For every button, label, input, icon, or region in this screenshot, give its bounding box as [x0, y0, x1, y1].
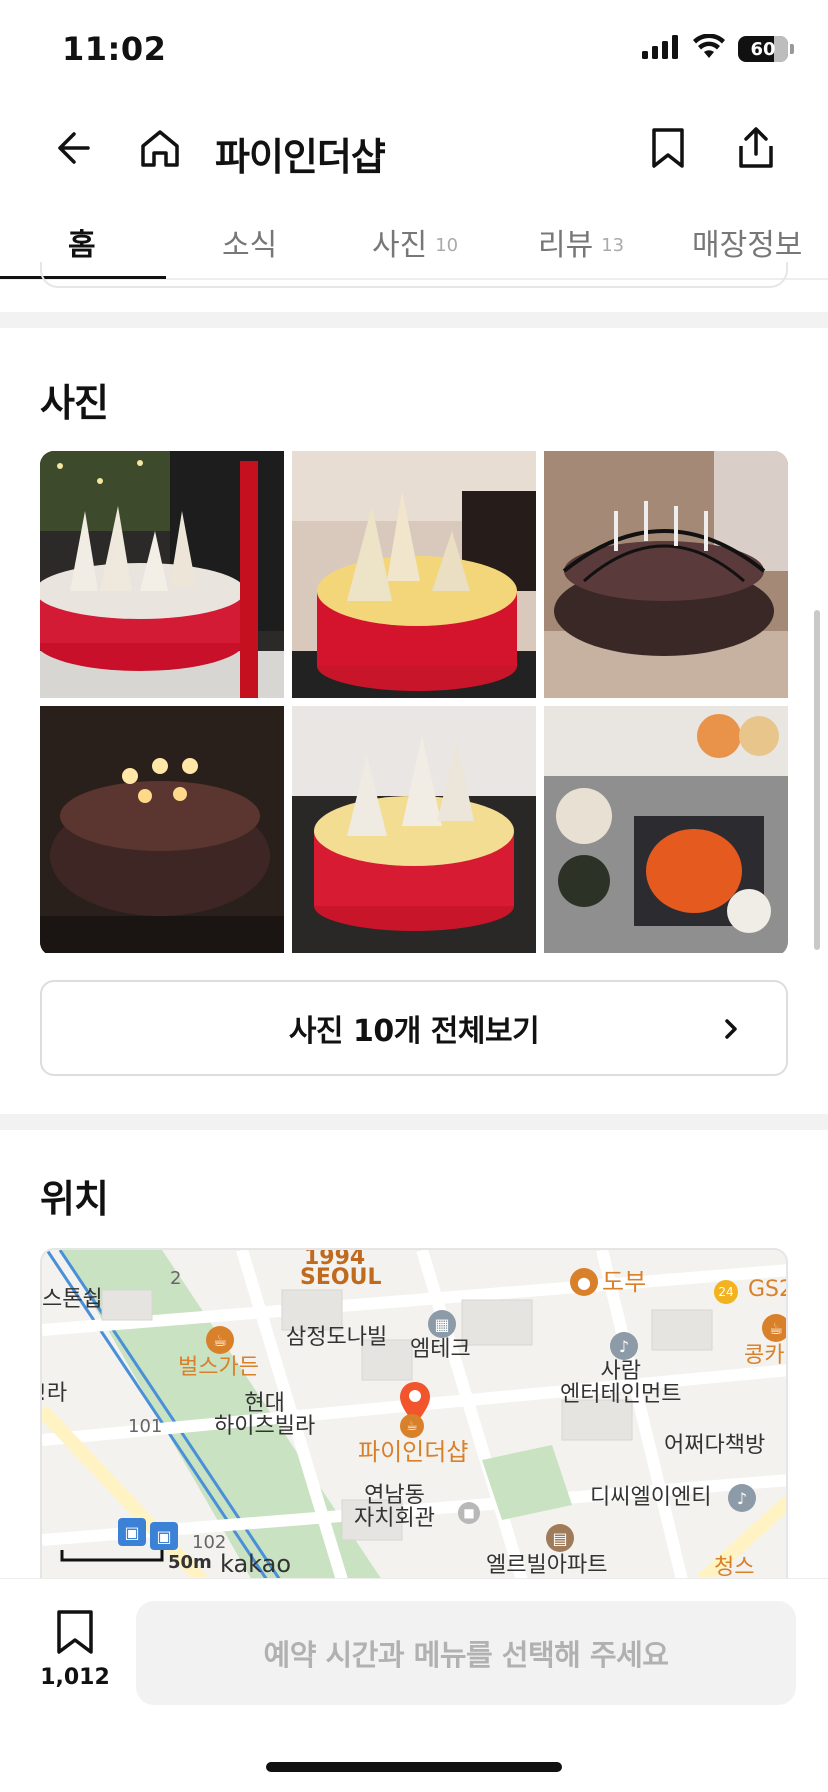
back-arrow-icon: [52, 128, 92, 172]
restaurant-icon: ●: [570, 1268, 598, 1296]
share-icon: [736, 126, 776, 174]
map-label: 디씨엘이엔티: [590, 1485, 712, 1510]
map-label: !라: [40, 1381, 68, 1406]
header: 파이인더샵: [0, 100, 828, 200]
bookmark-icon: [55, 1610, 95, 1659]
cafe-icon: ☕: [762, 1314, 786, 1342]
map-label: 청스: [714, 1555, 755, 1578]
map-label: 엠테크: [410, 1337, 471, 1362]
bus-stop-icon: ▣: [150, 1522, 178, 1550]
home-icon: [139, 127, 181, 173]
share-button[interactable]: [728, 122, 784, 178]
map-label: SEOUL: [300, 1265, 382, 1290]
battery-icon: 60: [738, 36, 788, 62]
photo-thumbnail[interactable]: [40, 706, 284, 953]
building-icon: ▦: [428, 1310, 456, 1338]
apartment-icon: ▤: [546, 1524, 574, 1552]
tab-photos-count: 10: [435, 235, 459, 256]
map-label: 삼정도나빌: [286, 1325, 388, 1350]
map-label: 벌스가든: [178, 1355, 259, 1380]
location-map[interactable]: 1994 SEOUL ● 도부 24 GS2 스톤쉽 2 삼정도나빌 ▦ 엠테크…: [40, 1248, 788, 1578]
section-divider: [0, 312, 828, 328]
status-bar: 11:02 60: [0, 0, 828, 100]
tab-reviews-count: 13: [601, 235, 625, 256]
map-label: 어쩌다책방: [664, 1433, 766, 1458]
map-label: 2: [170, 1268, 182, 1289]
save-bookmark-button[interactable]: 1,012: [40, 1609, 110, 1690]
photo-thumbnail[interactable]: [292, 451, 536, 698]
map-label: 101: [128, 1416, 163, 1437]
wifi-icon: [692, 33, 726, 64]
view-all-photos-label: 사진 10개 전체보기: [288, 1014, 540, 1049]
reserve-button[interactable]: 예약 시간과 메뉴를 선택해 주세요: [136, 1601, 796, 1705]
signal-icon: [642, 35, 680, 63]
music-icon: ♪: [728, 1484, 756, 1512]
page-title: 파이인더샵: [215, 135, 386, 179]
bookmark-count: 1,012: [40, 1665, 110, 1690]
music-icon: ♪: [610, 1332, 638, 1360]
bus-stop-icon: ▣: [118, 1518, 146, 1546]
tab-news[interactable]: 소식: [222, 220, 277, 264]
reserve-button-label: 예약 시간과 메뉴를 선택해 주세요: [263, 1638, 669, 1672]
tab-reviews[interactable]: 리뷰 13: [538, 220, 624, 264]
map-scale-label: 50m: [168, 1552, 212, 1573]
cafe-icon: ☕: [206, 1326, 234, 1354]
photo-grid: [40, 451, 788, 956]
section-divider: [0, 1114, 828, 1130]
map-label: 스톤쉽: [42, 1287, 103, 1312]
scrollbar[interactable]: [814, 610, 820, 950]
photo-thumbnail[interactable]: [40, 451, 284, 698]
view-all-photos-button[interactable]: 사진 10개 전체보기: [40, 980, 788, 1076]
battery-level: 60: [750, 38, 776, 60]
home-indicator[interactable]: [266, 1762, 562, 1772]
map-label: 현대 하이츠빌라: [214, 1391, 316, 1440]
status-time: 11:02: [62, 30, 167, 68]
tab-store-info[interactable]: 매장정보: [692, 220, 802, 264]
map-label: 도부: [602, 1268, 647, 1296]
map-provider-logo: kakao: [220, 1550, 292, 1578]
location-section-title: 위치: [40, 1177, 109, 1221]
map-label: 연남동 자치회관: [354, 1483, 435, 1532]
map-label: 엘르빌아파트: [486, 1553, 608, 1578]
photo-thumbnail[interactable]: [544, 451, 788, 698]
photos-section-title: 사진: [40, 381, 109, 425]
tab-photos[interactable]: 사진 10: [372, 220, 458, 264]
building-icon: ■: [458, 1502, 480, 1524]
cafe-icon: ☕: [400, 1414, 424, 1438]
bookmark-button[interactable]: [640, 122, 696, 178]
map-label: 파이인더샵: [358, 1438, 469, 1466]
status-icons: 60: [642, 33, 794, 64]
bottom-action-bar: 1,012 예약 시간과 메뉴를 선택해 주세요: [0, 1578, 828, 1792]
chevron-right-icon: [720, 1016, 742, 1042]
bookmark-icon: [650, 127, 686, 173]
tab-home[interactable]: 홈: [68, 220, 96, 264]
home-button[interactable]: [132, 122, 188, 178]
map-label: GS2: [748, 1277, 786, 1302]
convenience-store-icon: 24: [714, 1280, 738, 1304]
map-label: 콩카: [744, 1343, 785, 1368]
back-button[interactable]: [44, 122, 100, 178]
map-label: 사람 엔터테인먼트: [560, 1359, 682, 1408]
photo-thumbnail[interactable]: [292, 706, 536, 953]
photo-thumbnail[interactable]: [544, 706, 788, 953]
previous-card-edge: [40, 262, 788, 288]
